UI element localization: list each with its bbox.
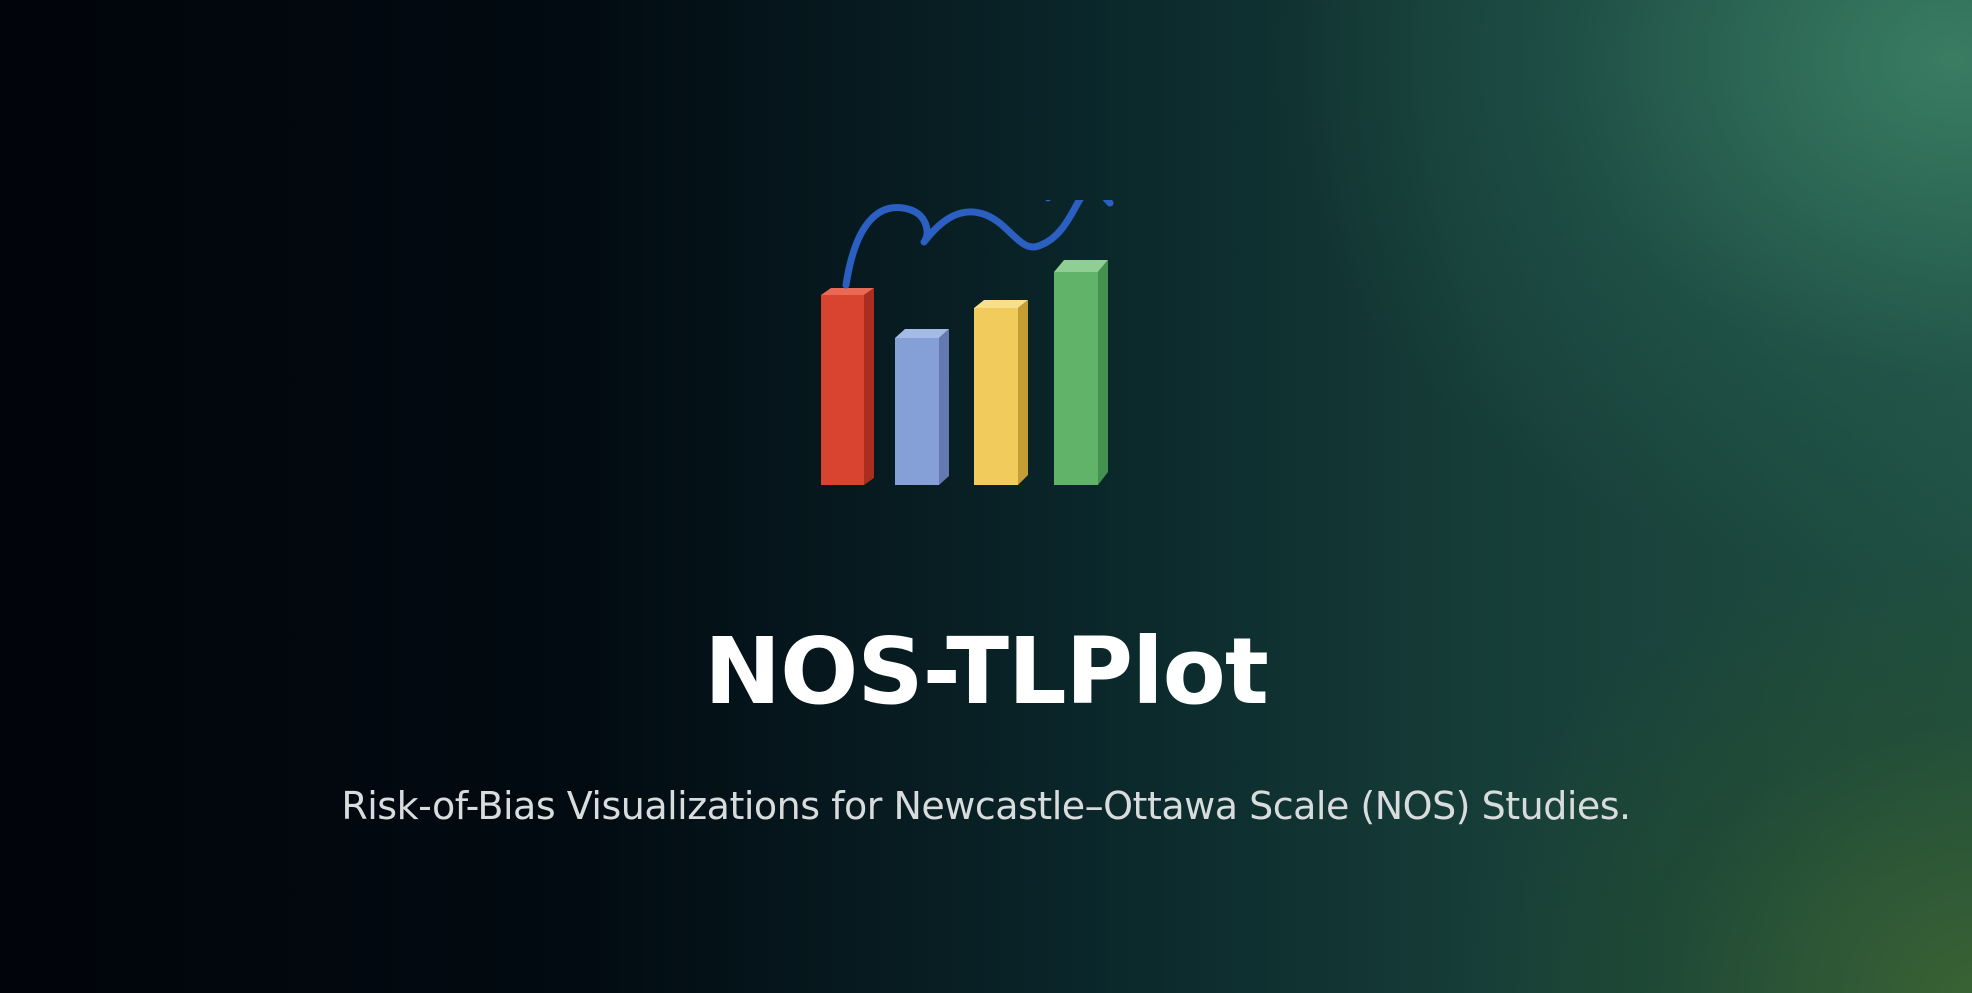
logo-bar-blue xyxy=(895,329,949,485)
hero-banner: NOS-TLPlot Risk-of-Bias Visualizations f… xyxy=(0,0,1972,993)
logo-trend-line xyxy=(842,200,1084,289)
logo-bar-red xyxy=(821,288,874,485)
logo-bar-green xyxy=(1054,260,1108,485)
logo-bar-yellow xyxy=(974,300,1028,485)
page-subtitle: Risk-of-Bias Visualizations for Newcastl… xyxy=(341,784,1631,828)
bar-chart-trend-icon xyxy=(821,200,1114,485)
page-title: NOS-TLPlot xyxy=(704,618,1269,725)
